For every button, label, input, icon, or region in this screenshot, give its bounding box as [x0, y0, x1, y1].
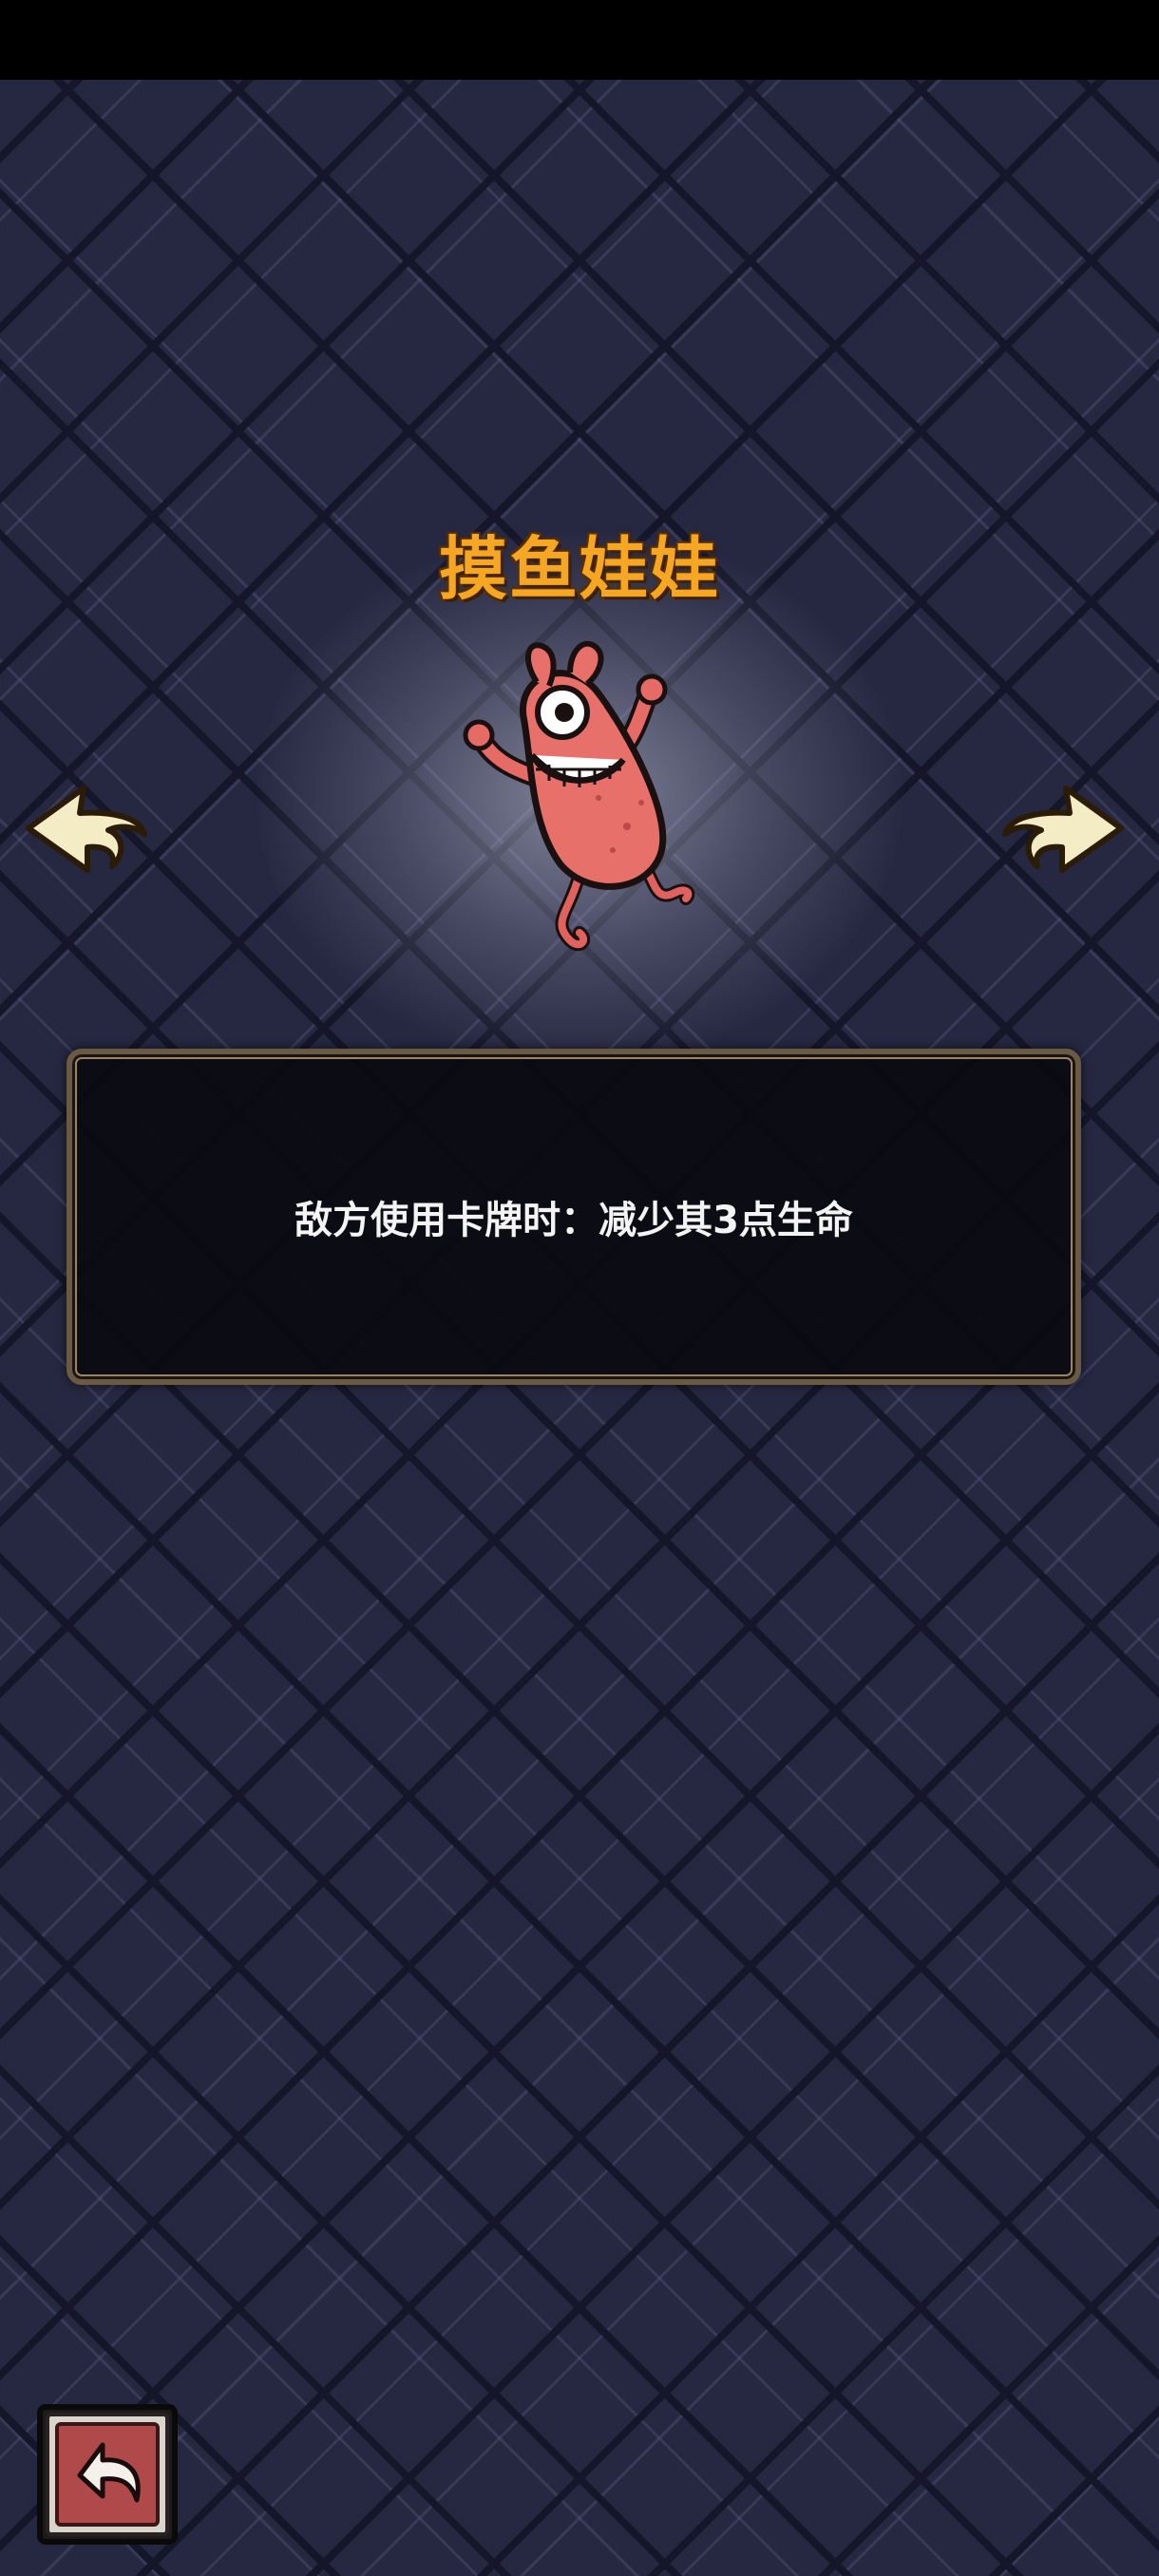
- next-arrow-button[interactable]: [996, 779, 1129, 883]
- status-bar: [0, 0, 1159, 80]
- back-button[interactable]: [34, 2401, 180, 2548]
- description-panel: 敌方使用卡牌时：减少其3点生命: [66, 1049, 1081, 1385]
- arrow-right-icon: [1002, 786, 1124, 873]
- monster-description: 敌方使用卡牌时：减少其3点生命: [294, 1199, 853, 1242]
- monster-name: 摸鱼娃娃: [438, 529, 720, 609]
- prev-arrow-button[interactable]: [21, 779, 154, 883]
- monster-image: [463, 640, 695, 952]
- game-screen: 摸鱼娃娃 敌方使用卡牌时：减少其3点生命: [0, 0, 1159, 2576]
- arrow-left-icon: [26, 786, 147, 873]
